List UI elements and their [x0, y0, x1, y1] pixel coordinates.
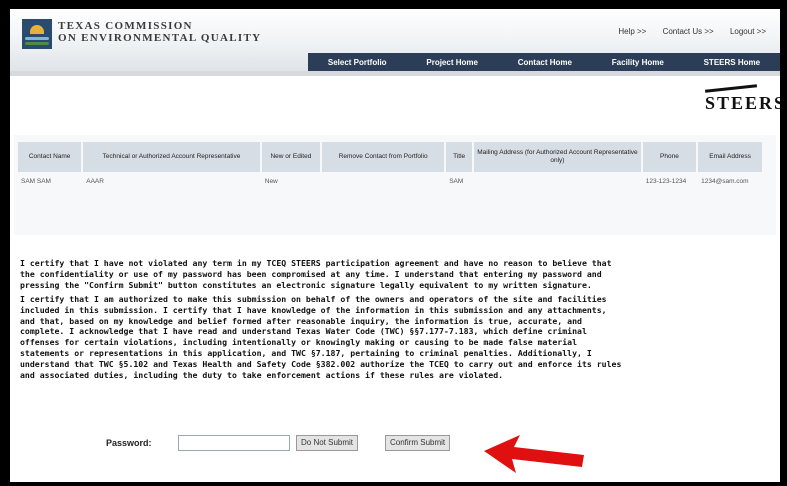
do-not-submit-button[interactable]: Do Not Submit	[296, 435, 359, 451]
red-arrow-icon	[484, 435, 584, 473]
table-row: SAM SAM AAAR New SAM 123-123-1234 1234@s…	[18, 174, 762, 210]
header-divider	[10, 71, 780, 76]
certification-paragraph-1: I certify that I have not violated any t…	[20, 258, 612, 290]
certification-text: I certify that I have not violated any t…	[20, 258, 624, 384]
main-nav: Select Portfolio Project Home Contact Ho…	[308, 53, 780, 71]
cell-phone: 123-123-1234	[645, 178, 687, 185]
col-contact-name: Contact Name	[18, 142, 82, 172]
col-phone: Phone	[642, 142, 697, 172]
nav-contact-home[interactable]: Contact Home	[518, 58, 572, 67]
org-name-line1: Texas Commission	[58, 20, 193, 32]
table-header-row: Contact Name Technical or Authorized Acc…	[18, 142, 762, 172]
col-representative: Technical or Authorized Account Represen…	[83, 142, 260, 172]
cell-remove-contact[interactable]	[322, 174, 444, 210]
col-new-or-edited: New or Edited	[261, 142, 321, 172]
steers-logo: STEERS	[705, 93, 780, 114]
nav-project-home[interactable]: Project Home	[426, 58, 478, 67]
password-input[interactable]	[178, 435, 290, 451]
nav-facility-home[interactable]: Facility Home	[612, 58, 664, 67]
password-label: Password:	[106, 438, 152, 448]
col-title: Title	[446, 142, 473, 172]
cell-email: 1234@sam.com	[701, 178, 749, 185]
nav-select-portfolio[interactable]: Select Portfolio	[328, 58, 387, 67]
col-mailing-address: Mailing Address (for Authorized Account …	[474, 142, 641, 172]
logout-link[interactable]: Logout >>	[730, 27, 766, 36]
col-email: Email Address	[698, 142, 762, 172]
tceq-logo-icon[interactable]	[22, 19, 52, 49]
contacts-table: Contact Name Technical or Authorized Acc…	[16, 140, 764, 212]
cell-new-or-edited: New	[264, 178, 278, 185]
cell-title: SAM	[449, 178, 464, 185]
org-name: Texas Commission on Environmental Qualit…	[58, 20, 261, 44]
page-frame: Texas Commission on Environmental Qualit…	[10, 9, 780, 482]
cell-representative: AAAR	[86, 178, 104, 185]
nav-steers-home[interactable]: STEERS Home	[704, 58, 760, 67]
confirm-submit-button[interactable]: Confirm Submit	[385, 435, 451, 451]
top-links: Help >> Contact Us >> Logout >>	[618, 27, 780, 36]
contact-us-link[interactable]: Contact Us >>	[663, 27, 714, 36]
col-remove-contact: Remove Contact from Portfolio	[322, 142, 445, 172]
header: Texas Commission on Environmental Qualit…	[10, 9, 780, 71]
certification-paragraph-2: I certify that I am authorized to make t…	[20, 293, 622, 381]
cell-mailing-address	[474, 174, 641, 210]
help-link[interactable]: Help >>	[618, 27, 646, 36]
org-name-line2: on Environmental Quality	[58, 32, 262, 44]
cell-contact-name: SAM SAM	[21, 178, 51, 185]
